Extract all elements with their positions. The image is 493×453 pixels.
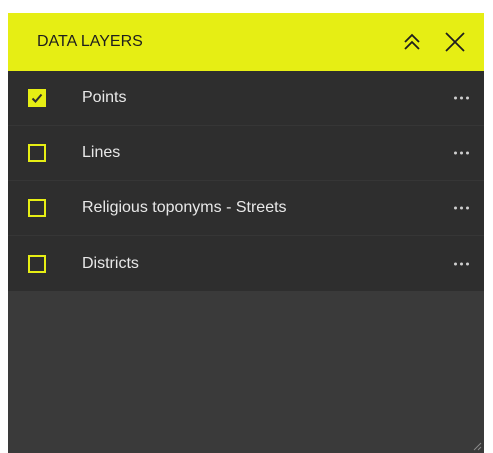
layer-row-religious-toponyms-streets[interactable]: Religious toponyms - Streets: [8, 181, 484, 236]
layer-row-districts[interactable]: Districts: [8, 236, 484, 291]
close-button[interactable]: [440, 27, 470, 57]
layer-label: Lines: [82, 144, 121, 161]
layer-checkbox[interactable]: [28, 199, 46, 217]
layer-row-points[interactable]: Points: [8, 71, 484, 126]
layer-label: Districts: [82, 254, 139, 272]
more-options-icon[interactable]: [452, 148, 471, 159]
more-options-icon[interactable]: [452, 93, 471, 104]
collapse-button[interactable]: [397, 27, 427, 57]
layer-checkbox[interactable]: [28, 144, 46, 162]
data-layers-panel: DATA LAYERS Points Lines Religious topon…: [8, 13, 484, 453]
layer-checkbox[interactable]: [28, 89, 46, 107]
panel-header: DATA LAYERS: [8, 13, 484, 71]
layer-label: Religious toponyms - Streets: [82, 199, 287, 216]
layer-checkbox[interactable]: [28, 254, 46, 273]
layer-list: Points Lines Religious toponyms - Street…: [8, 71, 484, 291]
resize-handle-icon[interactable]: [472, 441, 482, 451]
layer-label: Points: [82, 89, 127, 106]
more-options-icon[interactable]: [452, 258, 471, 269]
panel-title: DATA LAYERS: [37, 33, 143, 50]
checkmark-icon: [31, 93, 43, 103]
layer-row-lines[interactable]: Lines: [8, 126, 484, 181]
more-options-icon[interactable]: [452, 203, 471, 214]
close-icon: [445, 32, 465, 52]
double-chevron-up-icon: [404, 33, 420, 50]
